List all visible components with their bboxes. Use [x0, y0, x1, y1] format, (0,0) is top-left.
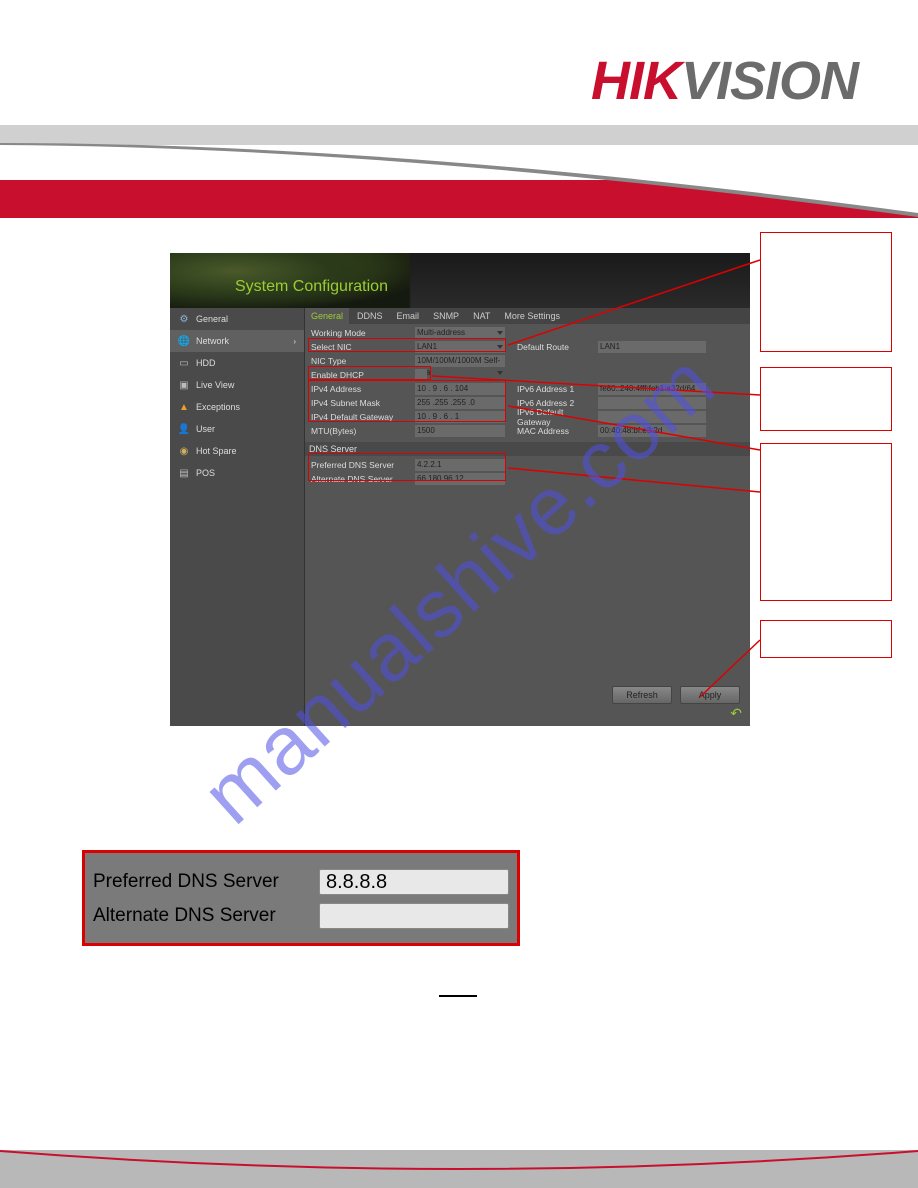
input-ipv4-gateway[interactable]: 10 . 9 . 6 . 1 — [415, 411, 505, 423]
nvr-screenshot: System Configuration ⚙ General 🌐 Network… — [170, 253, 750, 726]
row-ipv4-address: IPv4 Address 10 . 9 . 6 . 104 IPv6 Addre… — [309, 382, 746, 396]
back-arrow-icon[interactable]: ↶ — [730, 705, 742, 722]
chevron-right-icon: › — [293, 337, 296, 346]
value-mac: 00:40:48:bf:e3:2d — [598, 425, 706, 437]
select-nic-type[interactable]: 10M/100M/1000M Self-ada — [415, 355, 505, 367]
tab-more-settings[interactable]: More Settings — [498, 308, 566, 324]
label-ipv4-gateway: IPv4 Default Gateway — [309, 412, 411, 422]
label-pref-dns: Preferred DNS Server — [309, 460, 411, 470]
label-ipv4-address: IPv4 Address — [309, 384, 411, 394]
select-working-mode[interactable]: Multi-address — [415, 327, 505, 339]
label-alt-dns: Alternate DNS Server — [309, 474, 411, 484]
dns-section-header: DNS Server — [305, 442, 750, 456]
select-nic[interactable]: LAN1 — [415, 341, 505, 353]
refresh-button[interactable]: Refresh — [612, 686, 672, 704]
label-select-nic: Select NIC — [309, 342, 411, 352]
row-working-mode: Working Mode Multi-address — [309, 326, 746, 340]
sidebar-item-pos[interactable]: ▤ POS — [170, 462, 304, 484]
label-ipv6-addr1: IPv6 Address 1 — [509, 384, 594, 394]
label-default-route: Default Route — [509, 342, 594, 352]
sidebar-item-liveview[interactable]: ▣ Live View — [170, 374, 304, 396]
sidebar-item-hotspare[interactable]: ◉ Hot Spare — [170, 440, 304, 462]
input-ipv6-addr2[interactable] — [598, 397, 706, 409]
select-default-route[interactable]: LAN1 — [598, 341, 706, 353]
brand-logo: HIKVISION — [591, 50, 858, 112]
annotation-box-4 — [760, 620, 892, 658]
sidebar-item-label: Network — [196, 336, 229, 346]
label-mac: MAC Address — [509, 426, 594, 436]
sidebar-item-label: POS — [196, 468, 215, 478]
sidebar-item-label: Hot Spare — [196, 446, 237, 456]
label-enable-dhcp: Enable DHCP — [309, 370, 411, 380]
tab-snmp[interactable]: SNMP — [427, 308, 465, 324]
dns-example-pref-row: Preferred DNS Server — [93, 865, 509, 899]
hotspare-icon: ◉ — [178, 445, 190, 457]
row-ipv4-gateway: IPv4 Default Gateway 10 . 9 . 6 . 1 IPv6… — [309, 410, 746, 424]
main-panel: General DDNS Email SNMP NAT More Setting… — [305, 308, 750, 726]
label-nic-type: NIC Type — [309, 356, 411, 366]
dns-example-pref-input[interactable] — [319, 869, 509, 895]
hdd-icon: ▭ — [178, 357, 190, 369]
bottom-buttons: Refresh Apply — [612, 686, 740, 704]
dns-example-pref-label: Preferred DNS Server — [93, 871, 313, 893]
label-ipv4-mask: IPv4 Subnet Mask — [309, 398, 411, 408]
gear-icon: ⚙ — [178, 313, 190, 325]
sidebar-item-label: Exceptions — [196, 402, 240, 412]
dns-example-alt-label: Alternate DNS Server — [93, 905, 313, 927]
sidebar-item-label: User — [196, 424, 215, 434]
sidebar-item-network[interactable]: 🌐 Network › — [170, 330, 304, 352]
sidebar-item-exceptions[interactable]: ▲ Exceptions — [170, 396, 304, 418]
brand-part1: HIK — [591, 51, 681, 111]
annotation-box-3 — [760, 443, 892, 601]
row-enable-dhcp: Enable DHCP — [309, 368, 746, 382]
screenshot-header: System Configuration — [170, 253, 750, 308]
input-ipv6-gateway[interactable] — [598, 411, 706, 423]
input-mtu[interactable]: 1500 — [415, 425, 505, 437]
sidebar-item-label: HDD — [196, 358, 216, 368]
divider-dash — [439, 995, 477, 997]
page-title: System Configuration — [235, 278, 388, 296]
input-ipv6-addr1[interactable]: fe80::240:4fff:feb1:a32d/64 — [598, 383, 706, 395]
label-ipv6-gateway: IPv6 Default Gateway — [509, 407, 594, 427]
row-pref-dns: Preferred DNS Server 4.2.2.1 — [309, 458, 746, 472]
form-area: Working Mode Multi-address Select NIC LA… — [305, 324, 750, 440]
input-ipv4-address[interactable]: 10 . 9 . 6 . 104 — [415, 383, 505, 395]
pos-icon: ▤ — [178, 467, 190, 479]
tabs: General DDNS Email SNMP NAT More Setting… — [305, 308, 750, 324]
header-swoosh — [0, 125, 918, 235]
checkbox-enable-dhcp[interactable] — [415, 369, 427, 381]
annotation-box-2 — [760, 367, 892, 431]
tab-nat[interactable]: NAT — [467, 308, 496, 324]
sidebar-item-label: Live View — [196, 380, 234, 390]
sidebar-item-label: General — [196, 314, 228, 324]
dns-example-alt-input[interactable] — [319, 903, 509, 929]
tab-ddns[interactable]: DDNS — [351, 308, 389, 324]
tab-email[interactable]: Email — [391, 308, 426, 324]
label-working-mode: Working Mode — [309, 328, 411, 338]
dns-example-alt-row: Alternate DNS Server — [93, 899, 509, 933]
liveview-icon: ▣ — [178, 379, 190, 391]
tab-general[interactable]: General — [305, 308, 349, 324]
row-mtu: MTU(Bytes) 1500 MAC Address 00:40:48:bf:… — [309, 424, 746, 438]
user-icon: 👤 — [178, 423, 190, 435]
annotation-box-1 — [760, 232, 892, 352]
row-select-nic: Select NIC LAN1 Default Route LAN1 — [309, 340, 746, 354]
brand-part2: VISION — [681, 51, 858, 111]
row-nic-type: NIC Type 10M/100M/1000M Self-ada — [309, 354, 746, 368]
sidebar-item-user[interactable]: 👤 User — [170, 418, 304, 440]
row-alt-dns: Alternate DNS Server 66.180.96.12 — [309, 472, 746, 486]
input-ipv4-mask[interactable]: 255 .255 .255 .0 — [415, 397, 505, 409]
sidebar-item-general[interactable]: ⚙ General — [170, 308, 304, 330]
input-pref-dns[interactable]: 4.2.2.1 — [415, 459, 505, 471]
globe-icon: 🌐 — [178, 335, 190, 347]
warning-icon: ▲ — [178, 401, 190, 413]
label-mtu: MTU(Bytes) — [309, 426, 411, 436]
apply-button[interactable]: Apply — [680, 686, 740, 704]
input-alt-dns[interactable]: 66.180.96.12 — [415, 473, 505, 485]
sidebar: ⚙ General 🌐 Network › ▭ HDD ▣ Live View … — [170, 308, 305, 726]
sidebar-item-hdd[interactable]: ▭ HDD — [170, 352, 304, 374]
dns-example-box: Preferred DNS Server Alternate DNS Serve… — [82, 850, 520, 946]
footer-swoosh — [0, 1138, 918, 1188]
